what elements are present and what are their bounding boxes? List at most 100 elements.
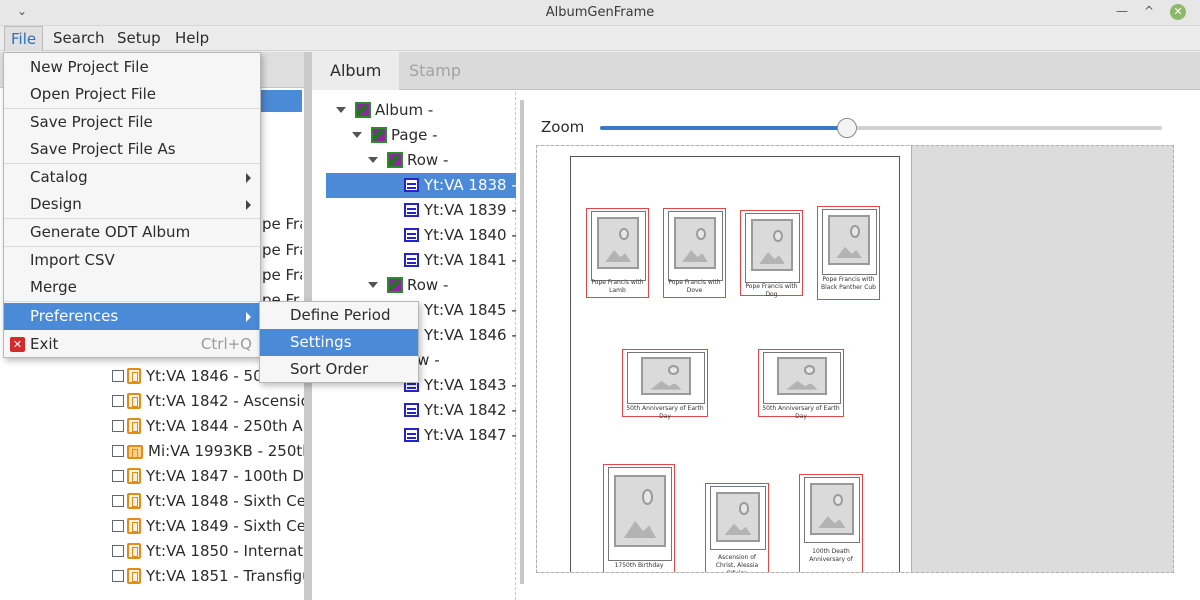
checkbox[interactable] <box>112 420 124 432</box>
image-placeholder-icon <box>614 475 666 547</box>
stamp-node-icon <box>404 203 419 217</box>
tree-node-stamp[interactable]: Yt:VA 1838 - <box>326 173 517 198</box>
menu-item-import-csv[interactable]: Import CSV <box>4 247 260 274</box>
menu-item-label: Exit <box>30 335 59 353</box>
tree-preview-splitter[interactable] <box>520 100 524 584</box>
list-item[interactable]: Yt:VA 1842 - Ascensio <box>112 389 304 414</box>
checkbox[interactable] <box>112 570 124 582</box>
list-item[interactable]: Yt:VA 1850 - Internati <box>112 539 304 564</box>
menu-item-generate-odt[interactable]: Generate ODT Album <box>4 219 260 246</box>
menu-item-new-project[interactable]: New Project File <box>4 54 260 81</box>
menu-item-open-project[interactable]: Open Project File <box>4 81 260 108</box>
tree-node-stamp[interactable]: Yt:VA 1842 - <box>404 398 517 423</box>
expand-arrow-icon[interactable] <box>368 282 378 288</box>
stamp-box[interactable]: Ascension of Christ, Alessia Bifulco <box>705 483 769 572</box>
expand-arrow-icon[interactable] <box>352 132 362 138</box>
page-preview-canvas[interactable]: Pope Francis with Lamb Pope Francis with… <box>536 145 1174 573</box>
menu-item-exit[interactable]: ✕ Exit Ctrl+Q <box>4 331 260 358</box>
tree-node-stamp[interactable]: Yt:VA 1845 - <box>404 298 517 323</box>
tree-node-page[interactable]: Page - <box>352 123 438 148</box>
tree-node-row[interactable]: Row - <box>368 148 448 173</box>
checkbox[interactable] <box>112 495 124 507</box>
preview-area: Zoom Pope Francis with Lamb Pope Francis… <box>528 92 1200 600</box>
submenu-arrow-icon <box>246 312 251 322</box>
checkbox[interactable] <box>112 395 124 407</box>
minimize-icon[interactable]: — <box>1116 4 1128 18</box>
menu-item-design[interactable]: Design <box>4 191 260 218</box>
menu-item-settings[interactable]: Settings <box>260 329 418 356</box>
tree-node-stamp[interactable]: Yt:VA 1841 - <box>404 248 517 273</box>
stamp-icon <box>127 368 141 384</box>
tab-bar: Album Stamp <box>312 52 1200 90</box>
tree-node-stamp[interactable]: Yt:VA 1839 - <box>404 198 517 223</box>
menu-item-save-project-as[interactable]: Save Project File As <box>4 136 260 163</box>
menu-item-preferences[interactable]: Preferences <box>4 303 260 330</box>
list-item[interactable]: Yt:VA 1849 - Sixth Cen <box>112 514 304 539</box>
menu-item-sort-order[interactable]: Sort Order <box>260 356 418 383</box>
list-item[interactable]: Mi:VA 1993KB - 250th <box>112 439 304 464</box>
list-item[interactable]: Yt:VA 1848 - Sixth Cen <box>112 489 304 514</box>
list-item-label: Yt:VA 1846 - 50 <box>146 367 263 385</box>
menu-item-label: Import CSV <box>30 251 115 269</box>
tree-node-stamp[interactable]: Yt:VA 1843 - <box>404 373 517 398</box>
list-item[interactable]: Yt:VA 1844 - 250th An <box>112 414 304 439</box>
menu-item-label: Design <box>30 195 82 213</box>
stamp-box[interactable]: Pope Francis with Black Panther Cub <box>817 206 880 300</box>
stamp-node-icon <box>404 253 419 267</box>
checkbox[interactable] <box>112 445 124 457</box>
stamp-caption: Pope Francis with Lamb <box>591 279 644 294</box>
checkbox[interactable] <box>112 370 124 382</box>
close-window-button[interactable]: ✕ <box>1170 4 1186 20</box>
list-item-label: Yt:VA 1844 - 250th An <box>146 417 304 435</box>
stamp-caption: Ascension of Christ, Alessia Bifulco <box>715 554 759 572</box>
tree-node-label: Yt:VA 1840 - <box>424 226 517 244</box>
menu-item-label: Merge <box>30 278 77 296</box>
list-item[interactable]: Yt:VA 1847 - 100th De <box>112 464 304 489</box>
list-item-label: Yt:VA 1848 - Sixth Cen <box>146 492 304 510</box>
stamp-box[interactable]: 100th Death Anniversary of <box>799 474 863 572</box>
menu-item-label: New Project File <box>30 58 149 76</box>
menu-item-label: Open Project File <box>30 85 157 103</box>
stamp-box[interactable]: 50th Anniversary of Earth Day <box>758 349 844 420</box>
stamp-box[interactable]: Pope Francis with Dog <box>740 210 803 298</box>
tree-node-label: Yt:VA 1838 - <box>424 176 517 194</box>
menu-item-save-project[interactable]: Save Project File <box>4 109 260 136</box>
expand-arrow-icon[interactable] <box>336 107 346 113</box>
sheet-icon <box>127 445 143 459</box>
tree-node-stamp[interactable]: Yt:VA 1846 - <box>404 323 517 348</box>
zoom-slider-handle[interactable] <box>837 118 858 138</box>
stamp-box[interactable]: 50th Anniversary of Earth Day <box>622 349 708 420</box>
menu-search[interactable]: Search <box>47 26 111 51</box>
stamp-caption: 100th Death Anniversary of <box>809 548 853 563</box>
checkbox[interactable] <box>112 520 124 532</box>
stamp-box[interactable]: Pope Francis with Dove <box>663 208 726 298</box>
menu-item-catalog[interactable]: Catalog <box>4 164 260 191</box>
tree-node-label: Row - <box>407 151 449 169</box>
tab-album[interactable]: Album <box>312 52 400 90</box>
stamp-node-icon <box>404 403 419 417</box>
menu-item-label: Save Project File As <box>30 140 176 158</box>
maximize-icon[interactable]: ^ <box>1144 4 1154 18</box>
menu-file[interactable]: File <box>4 26 44 51</box>
list-item[interactable]: Yt:VA 1851 - Transfigu <box>112 564 304 589</box>
checkbox[interactable] <box>112 470 124 482</box>
stamp-icon <box>127 518 141 534</box>
row-node-icon <box>387 152 403 168</box>
tree-node-album[interactable]: Album - <box>336 98 433 123</box>
tree-node-label: Yt:VA 1839 - <box>424 201 517 219</box>
menu-item-merge[interactable]: Merge <box>4 274 260 301</box>
menu-help[interactable]: Help <box>169 26 215 51</box>
menu-shortcut: Ctrl+Q <box>200 335 252 353</box>
tree-node-row[interactable]: Row - <box>368 273 448 298</box>
checkbox[interactable] <box>112 545 124 557</box>
stamp-box[interactable]: Pope Francis with Lamb <box>586 208 649 298</box>
tree-node-stamp[interactable]: Yt:VA 1847 - <box>404 423 517 448</box>
menu-item-define-period[interactable]: Define Period <box>260 302 418 329</box>
file-menu: New Project File Open Project File Save … <box>3 52 261 358</box>
tab-stamp[interactable]: Stamp <box>391 52 479 90</box>
stamp-node-icon <box>404 228 419 242</box>
expand-arrow-icon[interactable] <box>368 157 378 163</box>
stamp-box[interactable]: 1750th Birthday <box>603 464 675 572</box>
tree-node-stamp[interactable]: Yt:VA 1840 - <box>404 223 517 248</box>
menu-setup[interactable]: Setup <box>111 26 167 51</box>
